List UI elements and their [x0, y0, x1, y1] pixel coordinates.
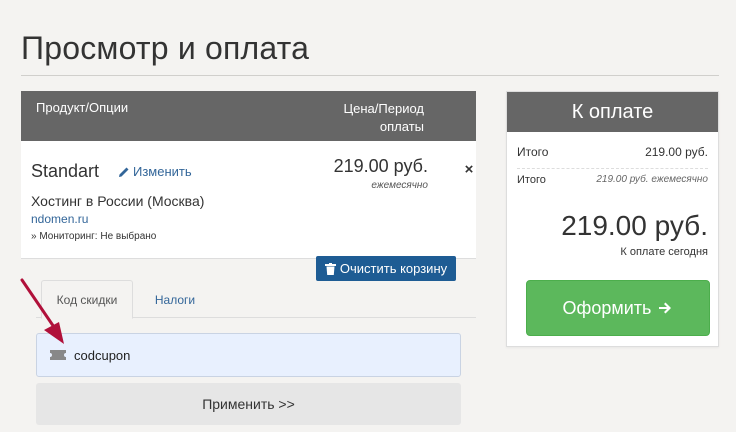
product-option: » Мониторинг: Не выбрано: [31, 231, 157, 242]
empty-cart-label: Очистить корзину: [339, 261, 448, 276]
column-header-price: Цена/Период оплаты: [344, 100, 424, 136]
checkout-label: Оформить: [562, 297, 652, 318]
column-header-product: Продукт/Опции: [36, 100, 129, 115]
summary-subtotal-row: Итого 219.00 руб.: [517, 145, 708, 159]
recurring-value: 219.00 руб. ежемесячно: [596, 174, 708, 185]
due-today-label: К оплате сегодня: [620, 246, 708, 258]
coupon-input[interactable]: [74, 347, 454, 363]
ticket-icon: [50, 350, 66, 360]
cart-header: Продукт/Опции Цена/Период оплаты: [21, 91, 476, 141]
product-name: Standart: [31, 161, 100, 181]
column-header-price-line2: оплаты: [379, 119, 424, 134]
cart-table: Продукт/Опции Цена/Период оплаты Standar…: [21, 91, 476, 259]
summary-recurring-row: Итого 219.00 руб. ежемесячно: [517, 174, 708, 186]
title-divider: [21, 75, 719, 76]
edit-link-label: Изменить: [133, 164, 192, 179]
tab-taxes[interactable]: Налоги: [140, 280, 210, 319]
order-summary: К оплате Итого 219.00 руб. Итого 219.00 …: [506, 91, 719, 347]
apply-coupon-button[interactable]: Применить >>: [36, 383, 461, 425]
product-billing-cycle: ежемесячно: [371, 180, 428, 191]
summary-title: К оплате: [507, 92, 718, 132]
checkout-button[interactable]: Оформить: [526, 280, 710, 336]
subtotal-label: Итого: [517, 145, 549, 159]
edit-link[interactable]: Изменить: [118, 164, 192, 179]
subtotal-value: 219.00 руб.: [645, 145, 708, 159]
cart-item: Standart Изменить Хостинг в России (Моск…: [21, 141, 476, 259]
arrow-right-icon: [659, 302, 672, 314]
promo-tabs: Код скидки Налоги: [36, 280, 476, 319]
total-due: 219.00 руб.: [561, 210, 708, 241]
page-title: Просмотр и оплата: [21, 30, 310, 66]
trash-icon: [324, 262, 336, 275]
remove-item-icon[interactable]: ×: [462, 162, 476, 177]
annotation-arrow-icon: [20, 278, 64, 344]
summary-divider: [517, 168, 708, 169]
recurring-label: Итого: [517, 174, 546, 186]
pencil-icon: [119, 167, 129, 177]
coupon-field[interactable]: [36, 333, 461, 377]
product-domain: ndomen.ru: [31, 212, 89, 226]
product-group: Хостинг в России (Москва): [31, 193, 205, 209]
column-header-price-line1: Цена/Период: [343, 101, 424, 116]
product-price: 219.00 руб.: [333, 156, 428, 176]
empty-cart-button[interactable]: Очистить корзину: [316, 256, 456, 281]
